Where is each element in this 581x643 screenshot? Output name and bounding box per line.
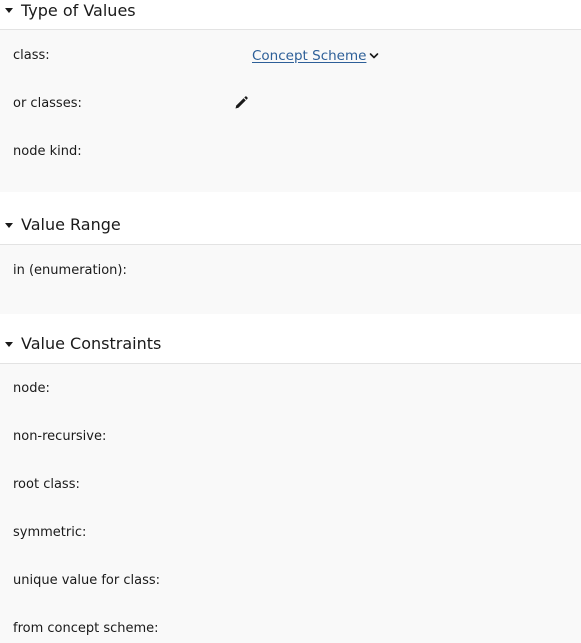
node-kind-label: node kind: [13, 144, 82, 159]
unique-value-for-class-row: unique value for class: [0, 564, 581, 612]
value-constraints-header[interactable]: Value Constraints [0, 314, 581, 364]
chevron-down-icon[interactable] [369, 51, 379, 61]
value-range-header[interactable]: Value Range [0, 192, 581, 245]
root-class-row: root class: [0, 468, 581, 516]
unique-value-for-class-label: unique value for class: [13, 573, 161, 588]
value-constraints-body: node: non-recursive: root class: symmetr… [0, 364, 581, 643]
from-concept-scheme-label: from concept scheme: [13, 621, 159, 636]
symmetric-row: symmetric: [0, 516, 581, 564]
type-of-values-body: class: Concept Scheme or classes: node k… [0, 30, 581, 192]
non-recursive-row: non-recursive: [0, 420, 581, 468]
class-row: class: Concept Scheme [0, 39, 581, 87]
node-label: node: [13, 381, 50, 396]
node-row: node: [0, 372, 581, 420]
class-value-link[interactable]: Concept Scheme [252, 47, 366, 65]
type-of-values-section: Type of Values class: Concept Scheme or … [0, 0, 581, 192]
value-constraints-section: Value Constraints node: non-recursive: r… [0, 314, 581, 643]
root-class-label: root class: [13, 477, 80, 492]
caret-down-icon[interactable] [5, 223, 13, 228]
class-label: class: [13, 48, 50, 63]
value-range-body: in (enumeration): [0, 245, 581, 314]
from-concept-scheme-row: from concept scheme: [0, 612, 581, 643]
in-enumeration-row: in (enumeration): [0, 254, 581, 302]
value-constraints-title[interactable]: Value Constraints [21, 333, 161, 355]
value-range-section: Value Range in (enumeration): [0, 192, 581, 314]
or-classes-row: or classes: [0, 87, 581, 135]
type-of-values-title[interactable]: Type of Values [21, 0, 136, 22]
in-enumeration-label: in (enumeration): [13, 263, 127, 278]
symmetric-label: symmetric: [13, 525, 87, 540]
value-range-title[interactable]: Value Range [21, 214, 121, 236]
node-kind-row: node kind: [0, 135, 581, 183]
type-of-values-header[interactable]: Type of Values [0, 0, 581, 30]
or-classes-label: or classes: [13, 96, 82, 111]
non-recursive-label: non-recursive: [13, 429, 107, 444]
caret-down-icon[interactable] [5, 8, 13, 13]
caret-down-icon[interactable] [5, 342, 13, 347]
pencil-icon[interactable] [233, 95, 249, 111]
